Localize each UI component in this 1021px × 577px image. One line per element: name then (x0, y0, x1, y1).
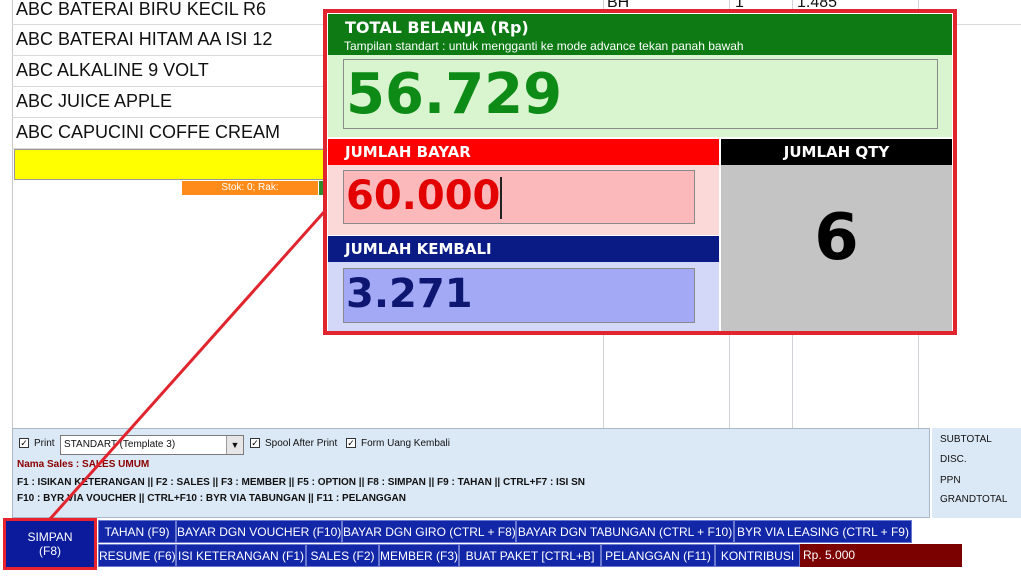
bayar-tabungan-button[interactable]: BAYAR DGN TABUNGAN (CTRL + F10) (516, 520, 734, 543)
bayar-voucher-button[interactable]: BAYAR DGN VOUCHER (F10) (176, 520, 342, 543)
bayar-header: JUMLAH BAYAR (328, 139, 719, 165)
kontribusi-button[interactable]: KONTRIBUSI (715, 544, 800, 567)
kontribusi-value: Rp. 5.000 (800, 544, 962, 567)
item-row-name[interactable]: ABC BATERAI BIRU KECIL R6 (16, 0, 266, 20)
disc-label: DISC. (940, 454, 967, 465)
kembali-title: JUMLAH KEMBALI (345, 240, 492, 258)
grandtotal-label: GRANDTOTAL (940, 494, 1008, 505)
options-panel: ✓ Print STANDART (Template 3) ▼ ✓ Spool … (12, 428, 930, 518)
total-value-box: 56.729 (343, 59, 938, 129)
jumlah-kembali-section: JUMLAH KEMBALI 3.271 (328, 236, 719, 331)
stock-info-bar: Stok: 0; Rak: (182, 181, 318, 195)
item-row-name[interactable]: ABC BATERAI HITAM AA ISI 12 (16, 29, 272, 50)
item-row-name[interactable]: ABC JUICE APPLE (16, 91, 172, 112)
pelanggan-button[interactable]: PELANGGAN (F11) (601, 544, 715, 567)
bayar-input[interactable]: 60.000 (343, 170, 695, 224)
form-uang-checkbox[interactable]: ✓ (346, 438, 356, 448)
subtotal-label: SUBTOTAL (940, 434, 992, 445)
bayar-value: 60.000 (346, 173, 501, 219)
form-uang-label: Form Uang Kembali (361, 438, 450, 449)
sales-name: Nama Sales : SALES UMUM (17, 459, 150, 470)
bayar-giro-button[interactable]: BAYAR DGN GIRO (CTRL + F8) (342, 520, 516, 543)
print-checkbox[interactable]: ✓ (19, 438, 29, 448)
jumlah-bayar-section: JUMLAH BAYAR 60.000 (328, 139, 719, 235)
chevron-down-icon[interactable]: ▼ (226, 436, 243, 454)
resume-button[interactable]: RESUME (F6) (98, 544, 176, 567)
total-header: TOTAL BELANJA (Rp) Tampilan standart : u… (328, 14, 952, 55)
shortcut-line: F10 : BYR VIA VOUCHER || CTRL+F10 : BYR … (17, 493, 406, 504)
qty-value: 6 (814, 201, 859, 275)
spool-label: Spool After Print (265, 438, 338, 449)
ppn-label: PPN (940, 475, 961, 486)
payment-overlay: TOTAL BELANJA (Rp) Tampilan standart : u… (323, 9, 957, 335)
sales-button[interactable]: SALES (F2) (306, 544, 379, 567)
kembali-value: 3.271 (346, 271, 473, 317)
byr-leasing-button[interactable]: BYR VIA LEASING (CTRL + F9) (734, 520, 912, 543)
simpan-button[interactable]: SIMPAN (F8) (3, 518, 97, 570)
isi-keterangan-button[interactable]: ISI KETERANGAN (F1) (176, 544, 306, 567)
total-title: TOTAL BELANJA (Rp) (345, 18, 529, 37)
member-button[interactable]: MEMBER (F3) (379, 544, 459, 567)
print-template-select[interactable]: STANDART (Template 3) ▼ (60, 435, 244, 455)
item-row-name[interactable]: ABC CAPUCINI COFFE CREAM (16, 122, 280, 143)
print-label: Print (34, 438, 55, 449)
buat-paket-button[interactable]: BUAT PAKET [CTRL+B] (459, 544, 601, 567)
jumlah-qty-section: JUMLAH QTY 6 (721, 139, 952, 331)
item-input-row[interactable] (14, 149, 332, 180)
total-subtitle: Tampilan standart : untuk mengganti ke m… (344, 39, 744, 53)
item-row-name[interactable]: ABC ALKALINE 9 VOLT (16, 60, 209, 81)
qty-header: JUMLAH QTY (721, 139, 952, 165)
shortcut-line: F1 : ISIKAN KETERANGAN || F2 : SALES || … (17, 477, 585, 488)
kembali-header: JUMLAH KEMBALI (328, 236, 719, 262)
text-caret (500, 177, 502, 219)
simpan-label: SIMPAN (27, 530, 73, 544)
total-belanja-section: TOTAL BELANJA (Rp) Tampilan standart : u… (328, 14, 952, 137)
summary-panel: SUBTOTAL DISC. PPN GRANDTOTAL (932, 428, 1021, 518)
simpan-shortcut: (F8) (39, 544, 61, 558)
qty-title: JUMLAH QTY (783, 143, 890, 161)
tahan-button[interactable]: TAHAN (F9) (98, 520, 176, 543)
total-value: 56.729 (346, 62, 563, 127)
spool-checkbox[interactable]: ✓ (250, 438, 260, 448)
kembali-value-box: 3.271 (343, 268, 695, 323)
print-template-value: STANDART (Template 3) (64, 439, 176, 450)
bayar-title: JUMLAH BAYAR (345, 143, 471, 161)
